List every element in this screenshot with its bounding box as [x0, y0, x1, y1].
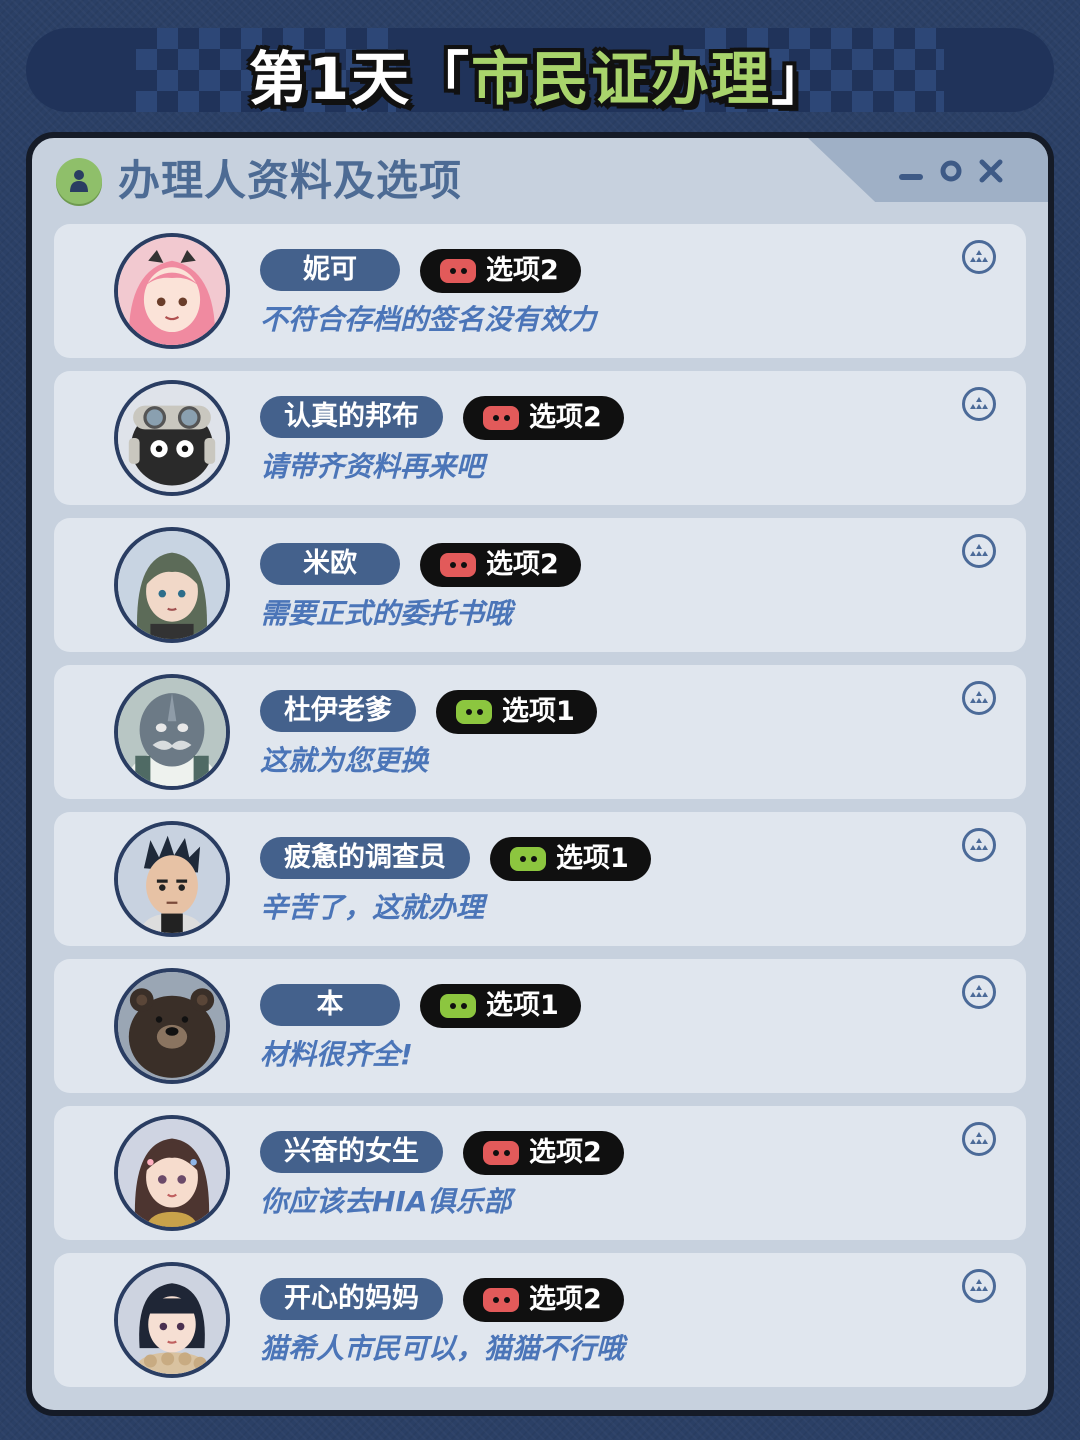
avatar [114, 821, 230, 937]
option-badge: 选项2 [463, 396, 624, 440]
answer-text: 请带齐资料再来吧 [260, 450, 485, 483]
banner-title: 第1天「市民证办理」 [26, 50, 1054, 108]
applicant-row[interactable]: 认真的邦布 选项2 请带齐资料再来吧 [54, 371, 1026, 505]
option-label: 选项2 [529, 1137, 602, 1168]
option-label: 选项2 [529, 402, 602, 433]
avatar [114, 527, 230, 643]
task-label: 市民证办理 [471, 45, 772, 112]
answer-text: 材料很齐全! [260, 1038, 413, 1071]
option-label: 选项2 [486, 549, 559, 580]
option-label: 选项1 [556, 843, 629, 874]
option-badge: 选项1 [420, 984, 581, 1028]
chat-bubble-icon [483, 406, 519, 430]
applicant-row[interactable]: 兴奋的女生 选项2 你应该去HIA俱乐部 [54, 1106, 1026, 1240]
option-label: 选项2 [529, 1284, 602, 1315]
chat-bubble-icon [483, 1141, 519, 1165]
minimize-icon[interactable] [898, 158, 924, 184]
name-pill: 疲惫的调查员 [260, 837, 470, 879]
chat-bubble-icon [456, 700, 492, 724]
answer-text: 辛苦了，这就办理 [260, 891, 485, 924]
applicant-row[interactable]: 开心的妈妈 选项2 猫希人市民可以，猫猫不行哦 [54, 1253, 1026, 1387]
options-menu-icon[interactable] [962, 240, 996, 274]
avatar [114, 1115, 230, 1231]
name-pill: 杜伊老爹 [260, 690, 416, 732]
answer-text: 需要正式的委托书哦 [260, 597, 513, 630]
avatar [114, 1262, 230, 1378]
avatar [114, 968, 230, 1084]
close-icon[interactable] [978, 158, 1004, 184]
option-label: 选项1 [502, 696, 575, 727]
bracket-open: 「 [411, 45, 472, 112]
avatar [114, 674, 230, 790]
maximize-icon[interactable] [938, 158, 964, 184]
option-badge: 选项2 [420, 249, 581, 293]
option-badge: 选项1 [490, 837, 651, 881]
chat-bubble-icon [510, 847, 546, 871]
options-menu-icon[interactable] [962, 1269, 996, 1303]
option-badge: 选项2 [463, 1278, 624, 1322]
options-menu-icon[interactable] [962, 387, 996, 421]
window-controls [898, 158, 1004, 184]
applicant-row[interactable]: 杜伊老爹 选项1 这就为您更换 [54, 665, 1026, 799]
option-label: 选项1 [486, 990, 559, 1021]
applicant-row[interactable]: 本 选项1 材料很齐全! [54, 959, 1026, 1093]
options-menu-icon[interactable] [962, 1122, 996, 1156]
applicant-window: 办理人资料及选项 妮可 选项2 不符合存档的签名没有效力 认真的邦布 选项2 请带齐资料再… [26, 132, 1054, 1416]
name-pill: 认真的邦布 [260, 396, 443, 438]
chat-bubble-icon [483, 1288, 519, 1312]
options-menu-icon[interactable] [962, 975, 996, 1009]
answer-text: 不符合存档的签名没有效力 [260, 303, 597, 336]
option-badge: 选项2 [463, 1131, 624, 1175]
answer-text: 你应该去HIA俱乐部 [260, 1185, 512, 1218]
day-label: 第1天 [248, 45, 412, 112]
option-badge: 选项2 [420, 543, 581, 587]
answer-text: 这就为您更换 [260, 744, 429, 777]
option-label: 选项2 [486, 255, 559, 286]
chat-bubble-icon [440, 553, 476, 577]
options-menu-icon[interactable] [962, 828, 996, 862]
name-pill: 兴奋的女生 [260, 1131, 443, 1173]
option-badge: 选项1 [436, 690, 597, 734]
answer-text: 猫希人市民可以，猫猫不行哦 [260, 1332, 625, 1365]
applicant-row[interactable]: 妮可 选项2 不符合存档的签名没有效力 [54, 224, 1026, 358]
name-pill: 米欧 [260, 543, 400, 585]
chat-bubble-icon [440, 259, 476, 283]
avatar [114, 233, 230, 349]
name-pill: 妮可 [260, 249, 400, 291]
applicant-row[interactable]: 米欧 选项2 需要正式的委托书哦 [54, 518, 1026, 652]
bracket-close: 」 [771, 45, 832, 112]
options-menu-icon[interactable] [962, 681, 996, 715]
window-title: 办理人资料及选项 [118, 156, 463, 205]
avatar [114, 380, 230, 496]
chat-bubble-icon [440, 994, 476, 1018]
options-menu-icon[interactable] [962, 534, 996, 568]
applicant-row[interactable]: 疲惫的调查员 选项1 辛苦了，这就办理 [54, 812, 1026, 946]
person-icon [56, 158, 102, 204]
name-pill: 开心的妈妈 [260, 1278, 443, 1320]
name-pill: 本 [260, 984, 400, 1026]
title-banner: 第1天「市民证办理」 [26, 28, 1054, 112]
